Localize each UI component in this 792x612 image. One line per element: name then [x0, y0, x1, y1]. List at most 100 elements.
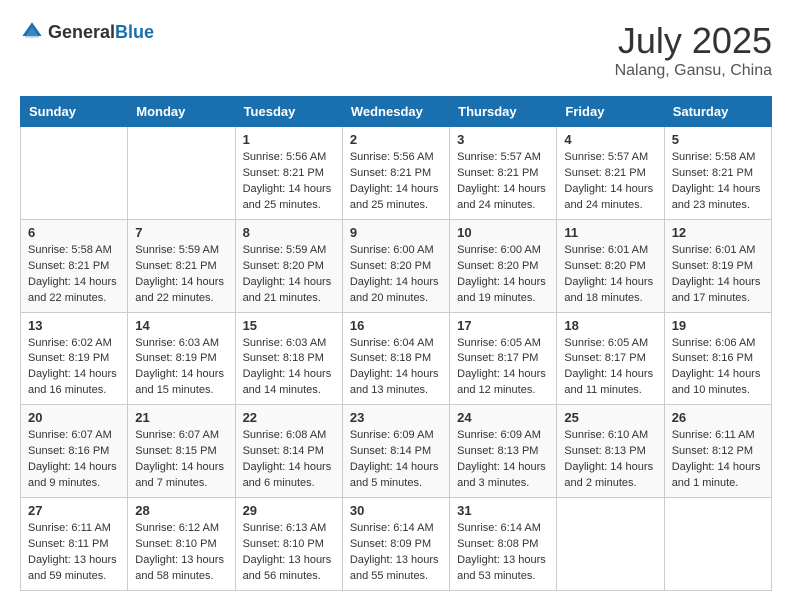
- weekday-header-tuesday: Tuesday: [235, 97, 342, 127]
- calendar-cell: 1 Sunrise: 5:56 AM Sunset: 8:21 PM Daylig…: [235, 127, 342, 220]
- day-number: 16: [350, 318, 442, 333]
- location-title: Nalang, Gansu, China: [615, 62, 772, 80]
- day-info: Sunrise: 5:56 AM Sunset: 8:21 PM Dayligh…: [350, 150, 442, 214]
- day-info: Sunrise: 6:00 AM Sunset: 8:20 PM Dayligh…: [350, 243, 442, 307]
- calendar-cell: 3Sunrise: 5:57 AM Sunset: 8:21 PM Daylig…: [450, 127, 557, 220]
- weekday-header-monday: Monday: [128, 97, 235, 127]
- day-number: 21: [135, 410, 227, 425]
- title-block: July 2025 Nalang, Gansu, China: [615, 20, 772, 80]
- weekday-header-thursday: Thursday: [450, 97, 557, 127]
- calendar-cell: 28 Sunrise: 6:12 AM Sunset: 8:10 PM Dayli…: [128, 498, 235, 591]
- day-number: 8: [243, 225, 335, 240]
- calendar-cell: 27 Sunrise: 6:11 AM Sunset: 8:11 PM Dayli…: [21, 498, 128, 591]
- calendar-cell: 12 Sunrise: 6:01 AM Sunset: 8:19 PM Dayli…: [664, 219, 771, 312]
- calendar-cell: [21, 127, 128, 220]
- calendar-cell: 5 Sunrise: 5:58 AM Sunset: 8:21 PM Daylig…: [664, 127, 771, 220]
- day-number: 9: [350, 225, 442, 240]
- day-number: 5: [672, 132, 764, 147]
- day-info: Sunrise: 6:09 AM Sunset: 8:13 PM Dayligh…: [457, 428, 549, 492]
- calendar-cell: 16 Sunrise: 6:04 AM Sunset: 8:18 PM Dayli…: [342, 312, 449, 405]
- calendar-cell: 21Sunrise: 6:07 AM Sunset: 8:15 PM Dayli…: [128, 405, 235, 498]
- calendar-cell: 30 Sunrise: 6:14 AM Sunset: 8:09 PM Dayli…: [342, 498, 449, 591]
- calendar-cell: 2Sunrise: 5:56 AM Sunset: 8:21 PM Daylig…: [342, 127, 449, 220]
- day-info: Sunrise: 5:59 AM Sunset: 8:20 PM Dayligh…: [243, 243, 335, 307]
- calendar-cell: 22 Sunrise: 6:08 AM Sunset: 8:14 PM Dayli…: [235, 405, 342, 498]
- day-info: Sunrise: 6:06 AM Sunset: 8:16 PM Dayligh…: [672, 336, 764, 400]
- day-number: 27: [28, 503, 120, 518]
- day-info: Sunrise: 6:11 AM Sunset: 8:11 PM Dayligh…: [28, 521, 120, 585]
- day-info: Sunrise: 6:14 AM Sunset: 8:09 PM Dayligh…: [350, 521, 442, 585]
- calendar-cell: [557, 498, 664, 591]
- weekday-header-saturday: Saturday: [664, 97, 771, 127]
- day-number: 6: [28, 225, 120, 240]
- logo: GeneralBlue: [20, 20, 154, 44]
- day-info: Sunrise: 5:59 AM Sunset: 8:21 PM Dayligh…: [135, 243, 227, 307]
- day-info: Sunrise: 6:04 AM Sunset: 8:18 PM Dayligh…: [350, 336, 442, 400]
- calendar-cell: 31Sunrise: 6:14 AM Sunset: 8:08 PM Dayli…: [450, 498, 557, 591]
- calendar-cell: 17 Sunrise: 6:05 AM Sunset: 8:17 PM Dayli…: [450, 312, 557, 405]
- calendar-cell: 25Sunrise: 6:10 AM Sunset: 8:13 PM Dayli…: [557, 405, 664, 498]
- day-number: 26: [672, 410, 764, 425]
- calendar-cell: [664, 498, 771, 591]
- day-number: 19: [672, 318, 764, 333]
- day-info: Sunrise: 6:02 AM Sunset: 8:19 PM Dayligh…: [28, 336, 120, 400]
- weekday-header-row: SundayMondayTuesdayWednesdayThursdayFrid…: [21, 97, 772, 127]
- calendar-cell: 13Sunrise: 6:02 AM Sunset: 8:19 PM Dayli…: [21, 312, 128, 405]
- day-number: 10: [457, 225, 549, 240]
- calendar-cell: 4 Sunrise: 5:57 AM Sunset: 8:21 PM Daylig…: [557, 127, 664, 220]
- day-number: 31: [457, 503, 549, 518]
- day-number: 1: [243, 132, 335, 147]
- day-info: Sunrise: 6:01 AM Sunset: 8:19 PM Dayligh…: [672, 243, 764, 307]
- calendar-cell: 15Sunrise: 6:03 AM Sunset: 8:18 PM Dayli…: [235, 312, 342, 405]
- calendar-cell: 26 Sunrise: 6:11 AM Sunset: 8:12 PM Dayli…: [664, 405, 771, 498]
- day-number: 12: [672, 225, 764, 240]
- day-info: Sunrise: 5:56 AM Sunset: 8:21 PM Dayligh…: [243, 150, 335, 214]
- day-info: Sunrise: 6:05 AM Sunset: 8:17 PM Dayligh…: [457, 336, 549, 400]
- day-info: Sunrise: 5:58 AM Sunset: 8:21 PM Dayligh…: [672, 150, 764, 214]
- day-info: Sunrise: 6:11 AM Sunset: 8:12 PM Dayligh…: [672, 428, 764, 492]
- calendar-cell: 19 Sunrise: 6:06 AM Sunset: 8:16 PM Dayli…: [664, 312, 771, 405]
- week-row-5: 27 Sunrise: 6:11 AM Sunset: 8:11 PM Dayli…: [21, 498, 772, 591]
- week-row-4: 20Sunrise: 6:07 AM Sunset: 8:16 PM Dayli…: [21, 405, 772, 498]
- weekday-header-wednesday: Wednesday: [342, 97, 449, 127]
- day-number: 14: [135, 318, 227, 333]
- day-info: Sunrise: 6:03 AM Sunset: 8:18 PM Dayligh…: [243, 336, 335, 400]
- weekday-header-friday: Friday: [557, 97, 664, 127]
- day-number: 7: [135, 225, 227, 240]
- day-info: Sunrise: 6:00 AM Sunset: 8:20 PM Dayligh…: [457, 243, 549, 307]
- day-number: 22: [243, 410, 335, 425]
- day-number: 29: [243, 503, 335, 518]
- logo-general: General: [48, 22, 115, 42]
- day-info: Sunrise: 6:09 AM Sunset: 8:14 PM Dayligh…: [350, 428, 442, 492]
- day-info: Sunrise: 5:58 AM Sunset: 8:21 PM Dayligh…: [28, 243, 120, 307]
- day-number: 4: [564, 132, 656, 147]
- calendar-cell: 6 Sunrise: 5:58 AM Sunset: 8:21 PM Daylig…: [21, 219, 128, 312]
- day-number: 17: [457, 318, 549, 333]
- day-info: Sunrise: 5:57 AM Sunset: 8:21 PM Dayligh…: [457, 150, 549, 214]
- calendar-cell: 9 Sunrise: 6:00 AM Sunset: 8:20 PM Daylig…: [342, 219, 449, 312]
- week-row-3: 13Sunrise: 6:02 AM Sunset: 8:19 PM Dayli…: [21, 312, 772, 405]
- calendar-cell: 20Sunrise: 6:07 AM Sunset: 8:16 PM Dayli…: [21, 405, 128, 498]
- day-info: Sunrise: 6:08 AM Sunset: 8:14 PM Dayligh…: [243, 428, 335, 492]
- calendar-cell: 14Sunrise: 6:03 AM Sunset: 8:19 PM Dayli…: [128, 312, 235, 405]
- calendar-cell: 18 Sunrise: 6:05 AM Sunset: 8:17 PM Dayli…: [557, 312, 664, 405]
- calendar-cell: 24 Sunrise: 6:09 AM Sunset: 8:13 PM Dayli…: [450, 405, 557, 498]
- day-number: 28: [135, 503, 227, 518]
- week-row-1: 1 Sunrise: 5:56 AM Sunset: 8:21 PM Daylig…: [21, 127, 772, 220]
- day-number: 20: [28, 410, 120, 425]
- week-row-2: 6 Sunrise: 5:58 AM Sunset: 8:21 PM Daylig…: [21, 219, 772, 312]
- day-number: 23: [350, 410, 442, 425]
- day-number: 25: [564, 410, 656, 425]
- page-header: GeneralBlue July 2025 Nalang, Gansu, Chi…: [20, 20, 772, 80]
- day-info: Sunrise: 6:12 AM Sunset: 8:10 PM Dayligh…: [135, 521, 227, 585]
- day-number: 30: [350, 503, 442, 518]
- day-info: Sunrise: 5:57 AM Sunset: 8:21 PM Dayligh…: [564, 150, 656, 214]
- logo-blue: Blue: [115, 22, 154, 42]
- day-number: 24: [457, 410, 549, 425]
- calendar-cell: 10 Sunrise: 6:00 AM Sunset: 8:20 PM Dayli…: [450, 219, 557, 312]
- day-number: 18: [564, 318, 656, 333]
- calendar-cell: 29Sunrise: 6:13 AM Sunset: 8:10 PM Dayli…: [235, 498, 342, 591]
- calendar-cell: 11Sunrise: 6:01 AM Sunset: 8:20 PM Dayli…: [557, 219, 664, 312]
- day-number: 11: [564, 225, 656, 240]
- day-info: Sunrise: 6:05 AM Sunset: 8:17 PM Dayligh…: [564, 336, 656, 400]
